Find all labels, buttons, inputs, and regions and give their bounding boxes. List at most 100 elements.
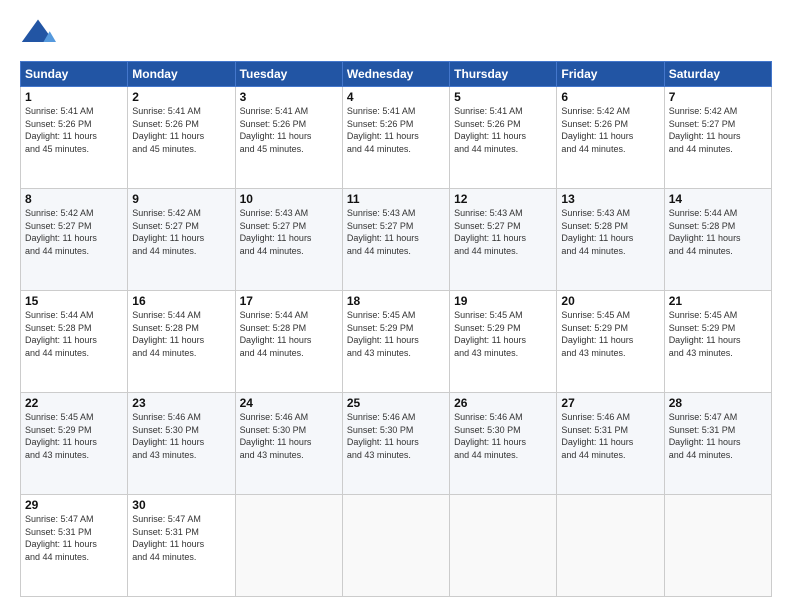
- day-info: Sunrise: 5:47 AMSunset: 5:31 PMDaylight:…: [132, 513, 230, 563]
- day-info: Sunrise: 5:44 AMSunset: 5:28 PMDaylight:…: [25, 309, 123, 359]
- day-info: Sunrise: 5:41 AMSunset: 5:26 PMDaylight:…: [25, 105, 123, 155]
- day-cell-23: 23 Sunrise: 5:46 AMSunset: 5:30 PMDaylig…: [128, 393, 235, 495]
- day-info: Sunrise: 5:45 AMSunset: 5:29 PMDaylight:…: [347, 309, 445, 359]
- day-cell-5: 5 Sunrise: 5:41 AMSunset: 5:26 PMDayligh…: [450, 87, 557, 189]
- day-cell-19: 19 Sunrise: 5:45 AMSunset: 5:29 PMDaylig…: [450, 291, 557, 393]
- empty-cell: [450, 495, 557, 597]
- day-info: Sunrise: 5:43 AMSunset: 5:28 PMDaylight:…: [561, 207, 659, 257]
- col-monday: Monday: [128, 62, 235, 87]
- empty-cell: [235, 495, 342, 597]
- col-tuesday: Tuesday: [235, 62, 342, 87]
- day-info: Sunrise: 5:45 AMSunset: 5:29 PMDaylight:…: [561, 309, 659, 359]
- day-number: 24: [240, 396, 338, 410]
- day-info: Sunrise: 5:44 AMSunset: 5:28 PMDaylight:…: [240, 309, 338, 359]
- day-info: Sunrise: 5:46 AMSunset: 5:30 PMDaylight:…: [347, 411, 445, 461]
- day-number: 7: [669, 90, 767, 104]
- empty-cell: [664, 495, 771, 597]
- day-cell-27: 27 Sunrise: 5:46 AMSunset: 5:31 PMDaylig…: [557, 393, 664, 495]
- calendar-week-3: 15 Sunrise: 5:44 AMSunset: 5:28 PMDaylig…: [21, 291, 772, 393]
- day-cell-21: 21 Sunrise: 5:45 AMSunset: 5:29 PMDaylig…: [664, 291, 771, 393]
- day-cell-16: 16 Sunrise: 5:44 AMSunset: 5:28 PMDaylig…: [128, 291, 235, 393]
- day-cell-6: 6 Sunrise: 5:42 AMSunset: 5:26 PMDayligh…: [557, 87, 664, 189]
- col-saturday: Saturday: [664, 62, 771, 87]
- day-info: Sunrise: 5:46 AMSunset: 5:30 PMDaylight:…: [454, 411, 552, 461]
- day-info: Sunrise: 5:41 AMSunset: 5:26 PMDaylight:…: [347, 105, 445, 155]
- empty-cell: [557, 495, 664, 597]
- day-cell-11: 11 Sunrise: 5:43 AMSunset: 5:27 PMDaylig…: [342, 189, 449, 291]
- day-number: 3: [240, 90, 338, 104]
- day-number: 30: [132, 498, 230, 512]
- day-info: Sunrise: 5:41 AMSunset: 5:26 PMDaylight:…: [240, 105, 338, 155]
- day-number: 23: [132, 396, 230, 410]
- day-number: 20: [561, 294, 659, 308]
- day-number: 10: [240, 192, 338, 206]
- day-cell-18: 18 Sunrise: 5:45 AMSunset: 5:29 PMDaylig…: [342, 291, 449, 393]
- col-friday: Friday: [557, 62, 664, 87]
- day-info: Sunrise: 5:41 AMSunset: 5:26 PMDaylight:…: [454, 105, 552, 155]
- day-cell-12: 12 Sunrise: 5:43 AMSunset: 5:27 PMDaylig…: [450, 189, 557, 291]
- day-cell-15: 15 Sunrise: 5:44 AMSunset: 5:28 PMDaylig…: [21, 291, 128, 393]
- calendar-week-4: 22 Sunrise: 5:45 AMSunset: 5:29 PMDaylig…: [21, 393, 772, 495]
- logo: [20, 15, 60, 51]
- day-info: Sunrise: 5:46 AMSunset: 5:30 PMDaylight:…: [132, 411, 230, 461]
- day-cell-29: 29 Sunrise: 5:47 AMSunset: 5:31 PMDaylig…: [21, 495, 128, 597]
- day-cell-1: 1 Sunrise: 5:41 AMSunset: 5:26 PMDayligh…: [21, 87, 128, 189]
- calendar-header-row: Sunday Monday Tuesday Wednesday Thursday…: [21, 62, 772, 87]
- day-number: 27: [561, 396, 659, 410]
- day-number: 6: [561, 90, 659, 104]
- day-number: 25: [347, 396, 445, 410]
- calendar-week-5: 29 Sunrise: 5:47 AMSunset: 5:31 PMDaylig…: [21, 495, 772, 597]
- col-thursday: Thursday: [450, 62, 557, 87]
- header: [20, 15, 772, 51]
- day-cell-20: 20 Sunrise: 5:45 AMSunset: 5:29 PMDaylig…: [557, 291, 664, 393]
- day-number: 9: [132, 192, 230, 206]
- day-number: 15: [25, 294, 123, 308]
- day-info: Sunrise: 5:44 AMSunset: 5:28 PMDaylight:…: [669, 207, 767, 257]
- day-info: Sunrise: 5:45 AMSunset: 5:29 PMDaylight:…: [25, 411, 123, 461]
- calendar-table: Sunday Monday Tuesday Wednesday Thursday…: [20, 61, 772, 597]
- day-info: Sunrise: 5:43 AMSunset: 5:27 PMDaylight:…: [454, 207, 552, 257]
- day-info: Sunrise: 5:46 AMSunset: 5:31 PMDaylight:…: [561, 411, 659, 461]
- day-number: 14: [669, 192, 767, 206]
- day-cell-26: 26 Sunrise: 5:46 AMSunset: 5:30 PMDaylig…: [450, 393, 557, 495]
- day-cell-30: 30 Sunrise: 5:47 AMSunset: 5:31 PMDaylig…: [128, 495, 235, 597]
- day-info: Sunrise: 5:46 AMSunset: 5:30 PMDaylight:…: [240, 411, 338, 461]
- day-cell-25: 25 Sunrise: 5:46 AMSunset: 5:30 PMDaylig…: [342, 393, 449, 495]
- day-cell-28: 28 Sunrise: 5:47 AMSunset: 5:31 PMDaylig…: [664, 393, 771, 495]
- day-info: Sunrise: 5:43 AMSunset: 5:27 PMDaylight:…: [347, 207, 445, 257]
- calendar-week-1: 1 Sunrise: 5:41 AMSunset: 5:26 PMDayligh…: [21, 87, 772, 189]
- day-info: Sunrise: 5:47 AMSunset: 5:31 PMDaylight:…: [669, 411, 767, 461]
- empty-cell: [342, 495, 449, 597]
- day-cell-7: 7 Sunrise: 5:42 AMSunset: 5:27 PMDayligh…: [664, 87, 771, 189]
- col-wednesday: Wednesday: [342, 62, 449, 87]
- day-cell-17: 17 Sunrise: 5:44 AMSunset: 5:28 PMDaylig…: [235, 291, 342, 393]
- day-number: 16: [132, 294, 230, 308]
- day-cell-10: 10 Sunrise: 5:43 AMSunset: 5:27 PMDaylig…: [235, 189, 342, 291]
- day-number: 1: [25, 90, 123, 104]
- day-info: Sunrise: 5:42 AMSunset: 5:27 PMDaylight:…: [25, 207, 123, 257]
- day-number: 28: [669, 396, 767, 410]
- day-cell-4: 4 Sunrise: 5:41 AMSunset: 5:26 PMDayligh…: [342, 87, 449, 189]
- day-number: 29: [25, 498, 123, 512]
- day-info: Sunrise: 5:44 AMSunset: 5:28 PMDaylight:…: [132, 309, 230, 359]
- day-cell-14: 14 Sunrise: 5:44 AMSunset: 5:28 PMDaylig…: [664, 189, 771, 291]
- day-cell-22: 22 Sunrise: 5:45 AMSunset: 5:29 PMDaylig…: [21, 393, 128, 495]
- day-cell-2: 2 Sunrise: 5:41 AMSunset: 5:26 PMDayligh…: [128, 87, 235, 189]
- day-info: Sunrise: 5:42 AMSunset: 5:27 PMDaylight:…: [132, 207, 230, 257]
- day-info: Sunrise: 5:45 AMSunset: 5:29 PMDaylight:…: [669, 309, 767, 359]
- col-sunday: Sunday: [21, 62, 128, 87]
- day-number: 21: [669, 294, 767, 308]
- day-cell-3: 3 Sunrise: 5:41 AMSunset: 5:26 PMDayligh…: [235, 87, 342, 189]
- day-number: 13: [561, 192, 659, 206]
- day-info: Sunrise: 5:41 AMSunset: 5:26 PMDaylight:…: [132, 105, 230, 155]
- day-number: 17: [240, 294, 338, 308]
- day-number: 5: [454, 90, 552, 104]
- day-number: 19: [454, 294, 552, 308]
- day-number: 8: [25, 192, 123, 206]
- day-cell-24: 24 Sunrise: 5:46 AMSunset: 5:30 PMDaylig…: [235, 393, 342, 495]
- day-info: Sunrise: 5:43 AMSunset: 5:27 PMDaylight:…: [240, 207, 338, 257]
- day-cell-8: 8 Sunrise: 5:42 AMSunset: 5:27 PMDayligh…: [21, 189, 128, 291]
- day-number: 2: [132, 90, 230, 104]
- day-cell-13: 13 Sunrise: 5:43 AMSunset: 5:28 PMDaylig…: [557, 189, 664, 291]
- day-info: Sunrise: 5:47 AMSunset: 5:31 PMDaylight:…: [25, 513, 123, 563]
